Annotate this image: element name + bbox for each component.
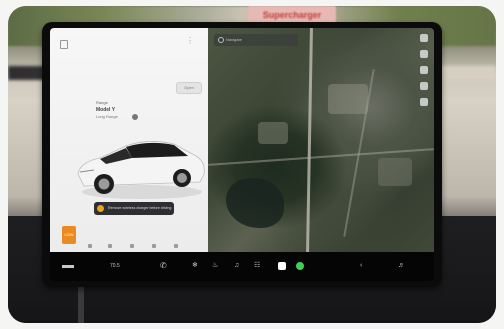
touchscreen-bezel: ⋮ Open Range Model Y Long Range Remove w… — [42, 22, 442, 287]
chevron-left-icon[interactable]: ‹ — [360, 262, 362, 270]
call-icon[interactable] — [296, 262, 304, 270]
map-urban-area — [378, 158, 412, 186]
wiper-icon[interactable] — [130, 244, 134, 248]
zoom-icon[interactable] — [420, 82, 428, 90]
touchscreen: ⋮ Open Range Model Y Long Range Remove w… — [50, 28, 434, 281]
model-name: Model Y — [96, 107, 116, 113]
seat-icon[interactable] — [174, 244, 178, 248]
search-icon — [218, 37, 224, 43]
alert-banner[interactable]: Remove wireless charger before driving — [94, 202, 174, 215]
range-label: Range — [96, 100, 108, 105]
car-status-panel: ⋮ Open Range Model Y Long Range Remove w… — [50, 28, 208, 252]
compass-icon[interactable] — [420, 50, 428, 58]
traffic-icon[interactable] — [420, 66, 428, 74]
map-controls — [420, 34, 430, 114]
temperature-readout[interactable]: 70.5 — [110, 262, 120, 270]
navigate-search-input[interactable]: Navigate — [214, 34, 298, 46]
lights-icon[interactable] — [108, 244, 112, 248]
map-urban-area — [258, 122, 288, 144]
frunk-open-button[interactable]: Open — [176, 82, 202, 94]
defrost-icon[interactable]: ♨ — [212, 262, 218, 270]
charge-port-icon[interactable] — [132, 114, 138, 120]
car-icon[interactable] — [62, 265, 74, 268]
panel-bottom-icons — [50, 240, 208, 252]
search-placeholder: Navigate — [226, 37, 242, 42]
apps-icon[interactable]: ☷ — [254, 262, 260, 270]
mirror-icon[interactable] — [152, 244, 156, 248]
settings-icon[interactable]: ⋮ — [186, 36, 194, 45]
camera-icon[interactable] — [278, 262, 286, 270]
media-icon[interactable]: ♫ — [234, 262, 239, 270]
satellite-map[interactable]: Navigate — [208, 28, 434, 253]
car-interior-photo: Supercharger ⋮ Open Range Model Y Long R… — [8, 6, 496, 323]
charging-cable — [78, 282, 84, 323]
trim-name: Long Range — [96, 114, 118, 119]
map-road — [306, 28, 313, 253]
phone-icon[interactable]: ✆ — [160, 262, 167, 270]
lock-icon[interactable] — [60, 40, 68, 49]
map-water — [226, 178, 284, 228]
map-settings-icon[interactable] — [420, 34, 428, 42]
layers-icon[interactable] — [420, 98, 428, 106]
taskbar: 70.5 ✆ ❄ ♨ ♫ ☷ ‹ ♬ — [50, 252, 434, 281]
volume-icon[interactable]: ♬ — [398, 262, 405, 270]
trunk-icon[interactable] — [88, 244, 92, 248]
map-urban-area — [328, 84, 368, 114]
fan-icon[interactable]: ❄ — [192, 262, 198, 270]
warning-icon — [97, 205, 104, 212]
car-render — [77, 141, 205, 199]
alert-text: Remove wireless charger before driving — [108, 206, 172, 210]
